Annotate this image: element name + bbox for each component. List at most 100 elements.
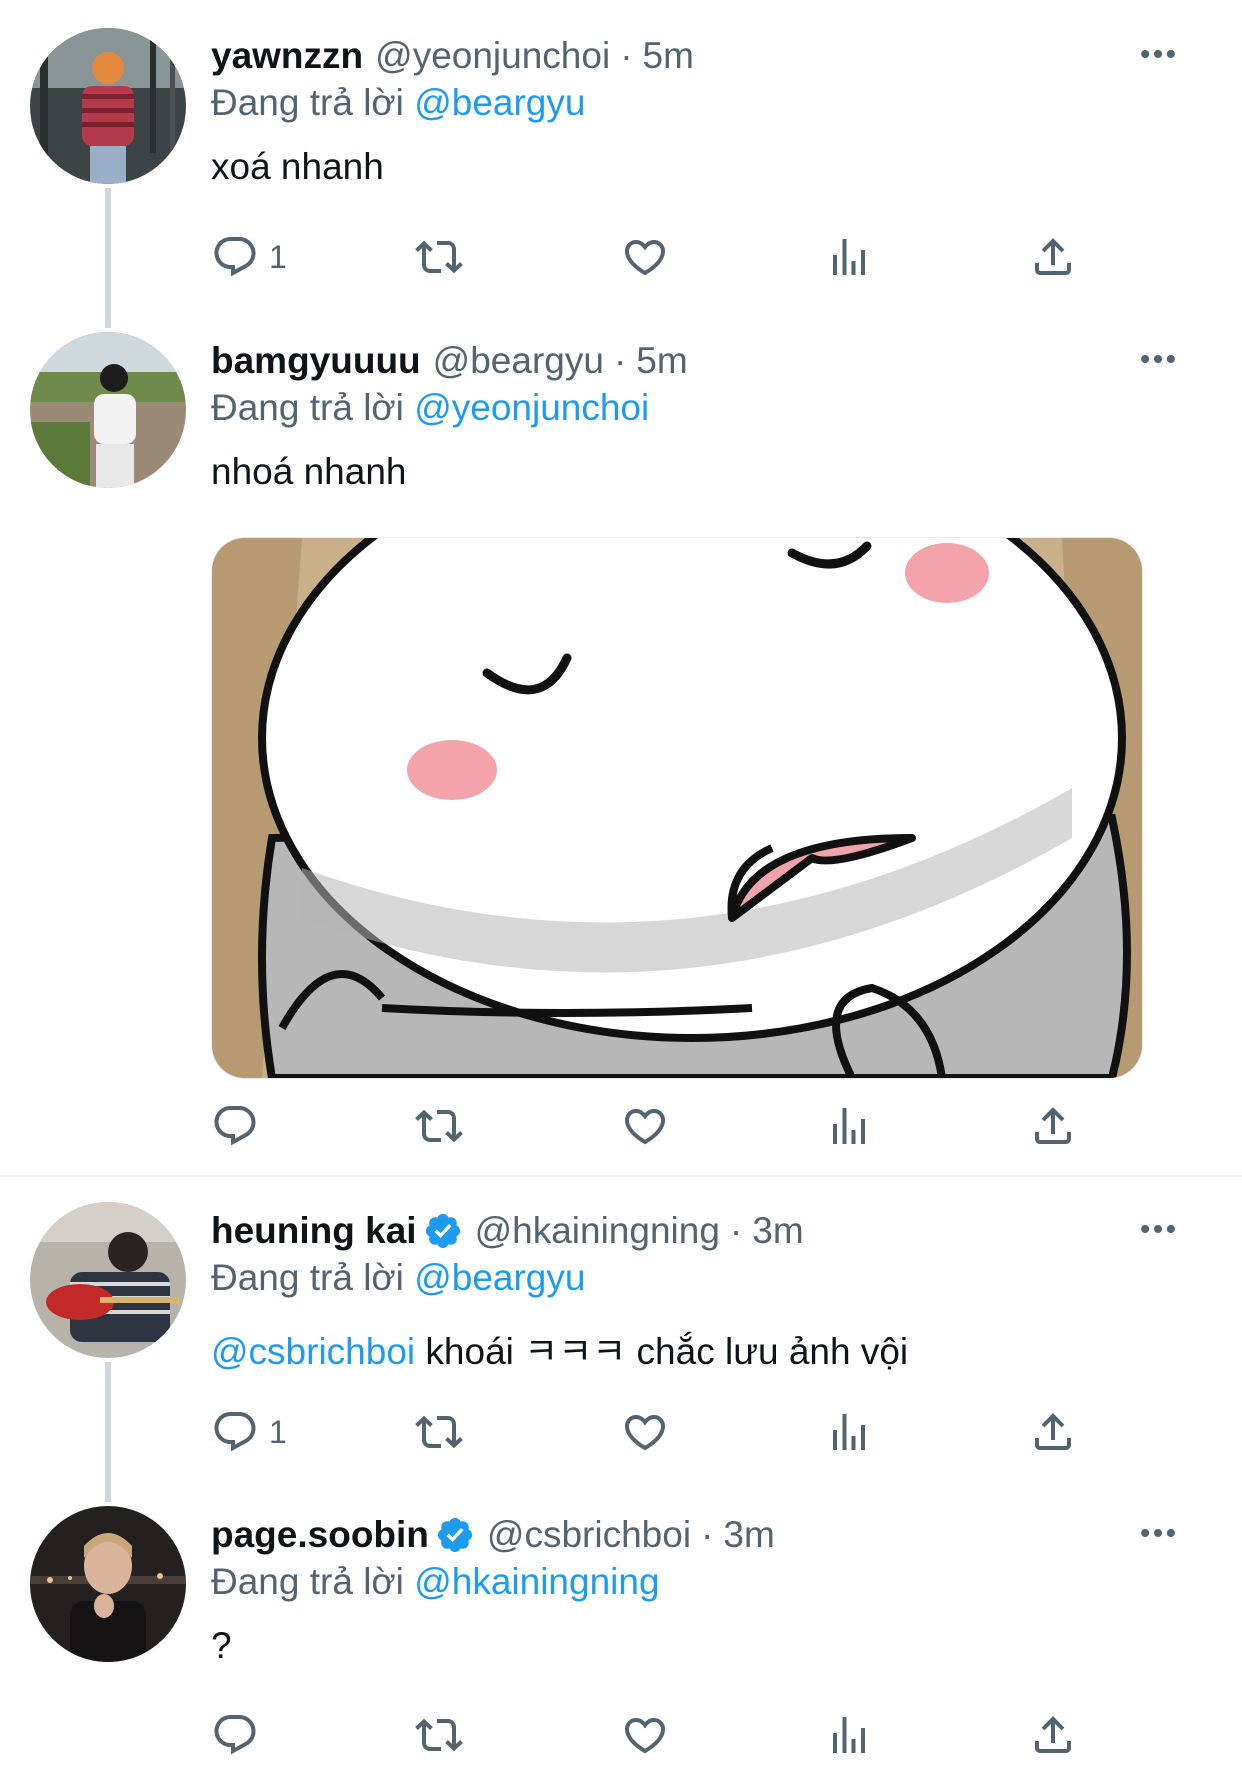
action-bar xyxy=(211,1707,1111,1763)
avatar-photo-icon xyxy=(30,1202,186,1358)
heart-icon xyxy=(621,233,669,281)
timestamp[interactable]: 3m xyxy=(723,1514,774,1556)
cartoon-sleepy-face-image xyxy=(212,538,1142,1078)
handle[interactable]: @csbrichboi xyxy=(487,1514,691,1556)
avatar[interactable] xyxy=(30,1506,186,1662)
reply-count: 1 xyxy=(269,238,287,275)
more-button[interactable] xyxy=(1134,34,1182,74)
reply-icon xyxy=(211,1711,259,1759)
retweet-button[interactable] xyxy=(415,1404,463,1460)
timestamp[interactable]: 5m xyxy=(643,35,694,77)
like-button[interactable] xyxy=(621,229,669,285)
tweet-header: page.soobin @csbrichboi · 3m xyxy=(211,1509,775,1561)
handle[interactable]: @yeonjunchoi xyxy=(375,35,610,77)
thread-line xyxy=(105,1362,111,1502)
views-button[interactable] xyxy=(825,1098,873,1154)
avatar-photo-icon xyxy=(30,332,186,488)
tweet-header: bamgyuuuu @beargyu · 5m xyxy=(211,335,688,387)
retweet-button[interactable] xyxy=(415,1707,463,1763)
tweet-header: yawnzzn @yeonjunchoi · 5m xyxy=(211,30,694,82)
replying-prefix: Đang trả lời xyxy=(211,1561,404,1602)
retweet-button[interactable] xyxy=(415,1098,463,1154)
thread-line xyxy=(105,188,111,328)
reply-button[interactable]: 1 xyxy=(211,229,287,285)
like-button[interactable] xyxy=(621,1404,669,1460)
views-icon xyxy=(825,233,873,281)
more-button[interactable] xyxy=(1134,1209,1182,1249)
display-name[interactable]: yawnzzn xyxy=(211,35,363,77)
replying-prefix: Đang trả lời xyxy=(211,387,404,428)
handle[interactable]: @hkainingning xyxy=(475,1210,720,1252)
replying-mention-link[interactable]: @beargyu xyxy=(414,1257,585,1298)
reply-icon xyxy=(211,1102,259,1150)
more-button[interactable] xyxy=(1134,1513,1182,1553)
retweet-icon xyxy=(415,233,463,281)
replying-to: Đang trả lời @hkainingning xyxy=(211,1561,660,1603)
views-icon xyxy=(825,1711,873,1759)
reply-icon xyxy=(211,233,259,281)
retweet-icon xyxy=(415,1102,463,1150)
handle[interactable]: @beargyu xyxy=(433,340,604,382)
replying-prefix: Đang trả lời xyxy=(211,1257,404,1298)
separator-dot: · xyxy=(729,1210,743,1251)
avatar-photo-icon xyxy=(30,28,186,184)
heart-icon xyxy=(621,1711,669,1759)
more-icon xyxy=(1136,337,1180,381)
display-name[interactable]: page.soobin xyxy=(211,1514,429,1556)
like-button[interactable] xyxy=(621,1098,669,1154)
action-bar xyxy=(211,1098,1111,1154)
views-icon xyxy=(825,1102,873,1150)
retweet-icon xyxy=(415,1711,463,1759)
avatar[interactable] xyxy=(30,332,186,488)
more-icon xyxy=(1136,1511,1180,1555)
share-button[interactable] xyxy=(1029,229,1077,285)
replying-to: Đang trả lời @beargyu xyxy=(211,82,585,124)
reply-button[interactable] xyxy=(211,1098,269,1154)
tweet-text: ? xyxy=(211,1625,232,1666)
share-icon xyxy=(1029,1102,1077,1150)
thread-separator xyxy=(0,1175,1242,1177)
share-button[interactable] xyxy=(1029,1707,1077,1763)
reply-icon xyxy=(211,1408,259,1456)
reply-button[interactable]: 1 xyxy=(211,1404,287,1460)
views-button[interactable] xyxy=(825,229,873,285)
more-button[interactable] xyxy=(1134,339,1182,379)
share-icon xyxy=(1029,1711,1077,1759)
reply-button[interactable] xyxy=(211,1707,269,1763)
text-mention-link[interactable]: @csbrichboi xyxy=(211,1331,415,1372)
timestamp[interactable]: 5m xyxy=(636,340,687,382)
reply-count: 1 xyxy=(269,1413,287,1450)
views-button[interactable] xyxy=(825,1707,873,1763)
share-button[interactable] xyxy=(1029,1404,1077,1460)
more-icon xyxy=(1136,32,1180,76)
avatar[interactable] xyxy=(30,28,186,184)
retweet-button[interactable] xyxy=(415,229,463,285)
tweet-text: xoá nhanh xyxy=(211,146,384,187)
tweet-text: @csbrichboi khoái ㅋㅋㅋ chắc lưu ảnh vội xyxy=(211,1321,908,1375)
more-icon xyxy=(1136,1207,1180,1251)
verified-badge-icon xyxy=(435,1515,475,1555)
replying-mention-link[interactable]: @hkainingning xyxy=(414,1561,659,1602)
timestamp[interactable]: 3m xyxy=(752,1210,803,1252)
replying-mention-link[interactable]: @beargyu xyxy=(414,82,585,123)
action-bar: 1 xyxy=(211,1404,1111,1460)
avatar[interactable] xyxy=(30,1202,186,1358)
action-bar: 1 xyxy=(211,229,1111,285)
share-button[interactable] xyxy=(1029,1098,1077,1154)
like-button[interactable] xyxy=(621,1707,669,1763)
display-name[interactable]: heuning kai xyxy=(211,1210,417,1252)
tweet-media-image[interactable] xyxy=(211,537,1143,1079)
share-icon xyxy=(1029,233,1077,281)
tweet-header: heuning kai @hkainingning · 3m xyxy=(211,1205,804,1257)
tweet-text: nhoá nhanh xyxy=(211,451,407,492)
separator-dot: · xyxy=(613,340,627,381)
verified-badge-icon xyxy=(423,1211,463,1251)
share-icon xyxy=(1029,1408,1077,1456)
replying-to: Đang trả lời @yeonjunchoi xyxy=(211,387,649,429)
heart-icon xyxy=(621,1408,669,1456)
replying-mention-link[interactable]: @yeonjunchoi xyxy=(414,387,649,428)
retweet-icon xyxy=(415,1408,463,1456)
display-name[interactable]: bamgyuuuu xyxy=(211,340,421,382)
views-button[interactable] xyxy=(825,1404,873,1460)
tweet-text-body: khoái ㅋㅋㅋ chắc lưu ảnh vội xyxy=(425,1331,909,1372)
